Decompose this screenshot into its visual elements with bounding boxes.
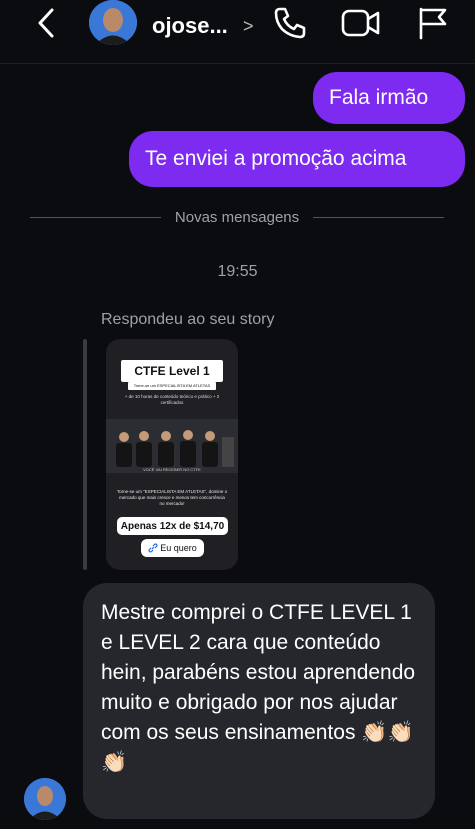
back-button[interactable] [30, 6, 64, 40]
report-button[interactable] [417, 6, 449, 40]
story-reply-bar [83, 339, 87, 570]
story-hours: + de 10 horas de conteúdo teórico e prát… [124, 394, 220, 405]
story-preview[interactable]: CTFE Level 1 Torne-se um ESPECIALISTA EM… [106, 339, 238, 570]
new-messages-divider: Novas mensagens [30, 207, 445, 227]
outgoing-message[interactable]: Te enviei a promoção acima [129, 131, 465, 187]
flag-icon [419, 7, 447, 40]
incoming-message[interactable]: Mestre comprei o CTFE LEVEL 1 e LEVEL 2 … [83, 583, 435, 819]
sender-avatar[interactable] [24, 778, 66, 820]
video-call-button[interactable] [340, 7, 382, 39]
video-camera-icon [341, 9, 380, 37]
story-cta-button[interactable]: Eu quero [141, 539, 204, 557]
story-subtitle: Torne-se um ESPECIALISTA EM ATLETAS [128, 382, 216, 390]
story-tagline: VOCÊ VAI RECEBER NO CTFE [143, 467, 201, 472]
divider-line [313, 216, 445, 218]
story-text: Torne-se um "ESPECIALISTA EM ATLETAS", d… [116, 489, 228, 506]
chevron-left-icon [38, 8, 54, 38]
chat-header: ojose... > [0, 0, 475, 64]
story-cta-label: Eu quero [160, 543, 197, 553]
call-button[interactable] [272, 5, 308, 41]
story-photo [106, 419, 238, 473]
story-title: CTFE Level 1 [121, 360, 223, 382]
chevron-right-icon[interactable]: > [243, 16, 254, 37]
avatar[interactable] [89, 0, 137, 45]
phone-icon [274, 7, 306, 39]
link-icon [148, 543, 158, 553]
contact-name[interactable]: ojose... [152, 13, 228, 39]
story-reply-label: Respondeu ao seu story [101, 311, 275, 328]
story-price: Apenas 12x de $14,70 [117, 517, 228, 535]
outgoing-message[interactable]: Fala irmão [313, 72, 465, 124]
timestamp: 19:55 [217, 263, 258, 280]
new-messages-label: Novas mensagens [174, 208, 300, 226]
divider-line [30, 216, 161, 218]
